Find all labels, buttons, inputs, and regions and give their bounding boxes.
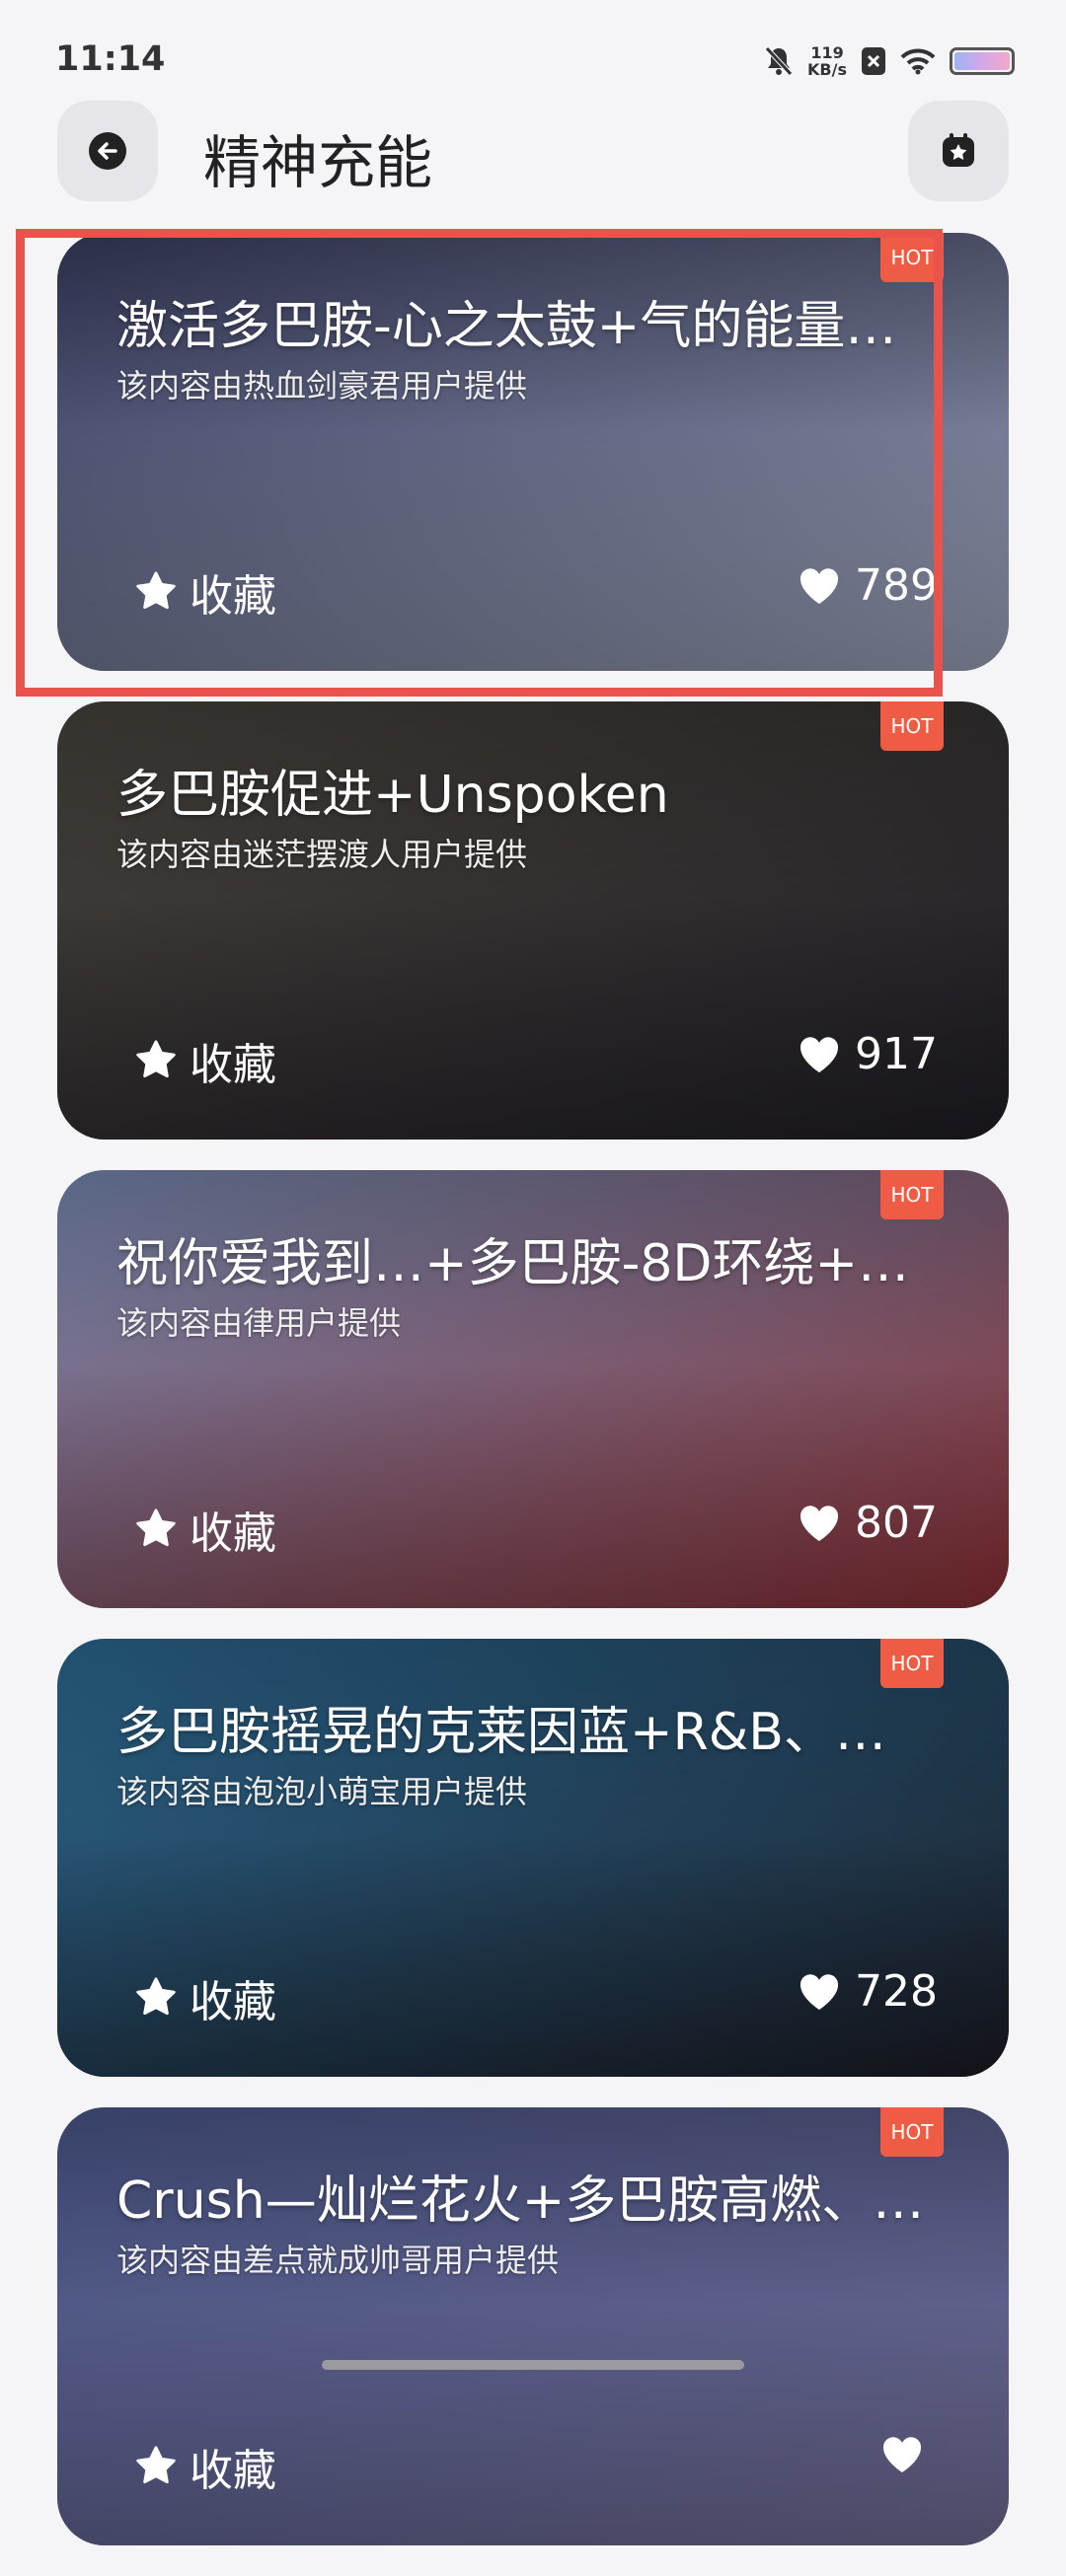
music-card[interactable]: HOT Crush—灿烂花火+多巴胺高燃、… 该内容由差点就成帅哥用户提供 收藏 — [57, 2107, 1009, 2545]
card-title: Crush—灿烂花火+多巴胺高燃、… — [116, 2171, 925, 2231]
card-subtitle: 该内容由律用户提供 — [116, 1304, 402, 1342]
card-subtitle: 该内容由泡泡小萌宝用户提供 — [116, 1773, 528, 1810]
no-sim-icon — [862, 47, 885, 75]
selection-highlight — [16, 229, 943, 697]
favorites-button[interactable] — [908, 101, 1009, 201]
net-speed: 119 KB/s — [807, 44, 847, 78]
favorite-label: 收藏 — [190, 2446, 276, 2496]
battery-icon — [950, 47, 1015, 75]
bookmark-star-icon — [943, 133, 974, 167]
music-card[interactable]: HOT 多巴胺摇晃的克莱因蓝+R&B、… 该内容由泡泡小萌宝用户提供 收藏 72… — [57, 1639, 1009, 2077]
net-speed-value: 119 — [810, 43, 844, 62]
star-icon — [136, 1040, 176, 1078]
mute-bell-icon — [765, 46, 793, 76]
card-like-button[interactable]: 917 — [798, 1029, 938, 1079]
status-time: 11:14 — [55, 39, 166, 79]
favorite-label: 收藏 — [190, 1509, 276, 1559]
hot-badge: HOT — [880, 2107, 944, 2157]
card-subtitle: 该内容由差点就成帅哥用户提供 — [116, 2242, 560, 2279]
net-speed-unit: KB/s — [807, 60, 847, 79]
star-icon — [136, 2446, 176, 2484]
music-card[interactable]: HOT 祝你爱我到…+多巴胺-8D环绕+… 该内容由律用户提供 收藏 807 — [57, 1170, 1009, 1608]
heart-icon — [800, 1036, 839, 1072]
back-button[interactable] — [57, 101, 158, 201]
hot-badge: HOT — [880, 1170, 944, 1219]
card-title: 多巴胺摇晃的克莱因蓝+R&B、… — [116, 1703, 886, 1762]
card-favorite-button[interactable]: 收藏 — [134, 1029, 276, 1092]
status-bar: 11:14 119 KB/s — [0, 0, 1066, 99]
like-count: 728 — [855, 1966, 938, 2017]
hot-badge: HOT — [880, 1639, 944, 1688]
home-indicator[interactable] — [322, 2360, 744, 2370]
favorite-label: 收藏 — [190, 1977, 276, 2027]
star-icon — [136, 1977, 176, 2016]
arrow-left-icon — [89, 132, 126, 170]
heart-icon — [800, 1973, 839, 2010]
card-subtitle: 该内容由迷茫摆渡人用户提供 — [116, 836, 528, 873]
card-favorite-button[interactable]: 收藏 — [134, 1498, 276, 1561]
like-count: 807 — [855, 1498, 938, 1548]
card-title: 祝你爱我到…+多巴胺-8D环绕+… — [116, 1234, 910, 1293]
heart-icon — [882, 2437, 922, 2472]
favorite-label: 收藏 — [190, 1040, 276, 1090]
star-icon — [136, 1509, 176, 1547]
heart-icon — [800, 1505, 839, 1541]
page-header: 精神充能 — [0, 99, 1066, 207]
like-count: 917 — [855, 1029, 938, 1079]
card-favorite-button[interactable]: 收藏 — [134, 2435, 276, 2498]
music-card[interactable]: HOT 多巴胺促进+Unspoken 该内容由迷茫摆渡人用户提供 收藏 917 — [57, 701, 1009, 1140]
card-favorite-button[interactable]: 收藏 — [134, 1966, 276, 2029]
hot-badge: HOT — [880, 701, 944, 751]
card-like-button[interactable] — [880, 2435, 938, 2474]
card-title: 多巴胺促进+Unspoken — [116, 766, 669, 825]
card-like-button[interactable]: 728 — [798, 1966, 938, 2017]
page-title: 精神充能 — [203, 129, 433, 196]
card-like-button[interactable]: 807 — [798, 1498, 938, 1548]
wifi-icon — [900, 48, 936, 75]
status-icons: 119 KB/s — [764, 41, 1015, 81]
